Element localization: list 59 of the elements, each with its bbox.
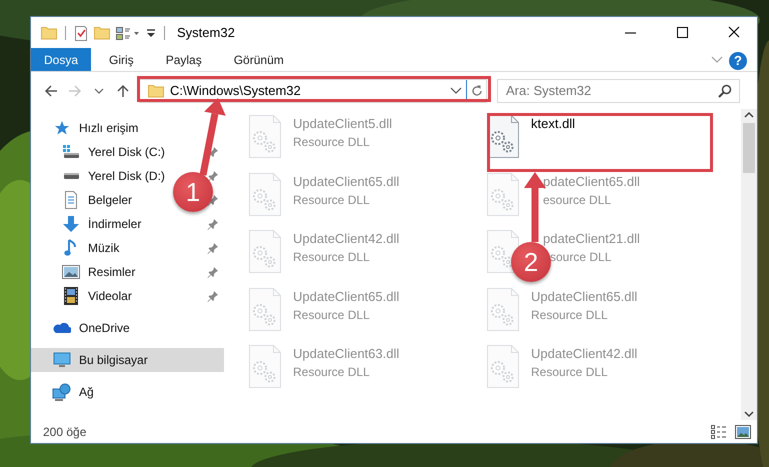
picture-icon bbox=[62, 265, 80, 279]
ribbon-tab[interactable]: Giriş bbox=[95, 48, 148, 71]
address-bar[interactable]: C:\Windows\System32 bbox=[139, 78, 487, 102]
nav-item[interactable]: Resimler bbox=[88, 265, 136, 279]
maximize-icon bbox=[675, 26, 689, 39]
scrollbar-thumb[interactable] bbox=[743, 123, 755, 173]
network-icon bbox=[52, 383, 72, 401]
folder-icon bbox=[41, 26, 57, 40]
folder-icon bbox=[148, 84, 164, 98]
properties-icon[interactable] bbox=[74, 24, 88, 40]
nav-item[interactable]: Belgeler bbox=[88, 193, 132, 207]
file-type: Resource DLL bbox=[531, 308, 608, 322]
refresh-icon bbox=[470, 84, 482, 96]
ribbon-tab[interactable]: Görünüm bbox=[220, 48, 298, 71]
star-icon bbox=[54, 120, 70, 136]
monitor-icon bbox=[53, 352, 71, 368]
file-type: esource DLL bbox=[543, 192, 612, 206]
expand-ribbon-icon[interactable] bbox=[711, 56, 723, 64]
file-type: Resource DLL bbox=[531, 365, 608, 379]
nav-item[interactable]: Ağ bbox=[79, 385, 94, 399]
close-icon bbox=[727, 26, 741, 39]
nav-item[interactable]: Hızlı erişim bbox=[79, 121, 138, 135]
nav-item[interactable]: Bu bilgisayar bbox=[31, 348, 224, 372]
details-view-icon[interactable] bbox=[711, 424, 727, 438]
dropdown-caret-icon[interactable] bbox=[450, 86, 462, 94]
nav-item[interactable]: Müzik bbox=[88, 241, 120, 255]
minimize-icon bbox=[624, 32, 636, 34]
ribbon-tab[interactable]: Dosya bbox=[31, 48, 92, 71]
customize-caret-icon[interactable] bbox=[146, 28, 156, 38]
drive-icon bbox=[62, 144, 80, 160]
up-arrow-icon bbox=[115, 82, 131, 98]
document-icon bbox=[63, 191, 79, 209]
music-note-icon bbox=[64, 239, 78, 257]
item-count: 200 öğe bbox=[43, 424, 88, 438]
file-type: Resource DLL bbox=[293, 250, 370, 264]
file-type: source DLL bbox=[550, 250, 612, 264]
cloud-icon bbox=[53, 322, 71, 334]
file-type: Resource DLL bbox=[293, 365, 370, 379]
file-name[interactable]: ktext.dll bbox=[531, 116, 576, 131]
nav-item[interactable]: Yerel Disk (D:) bbox=[88, 169, 165, 183]
download-icon bbox=[62, 215, 80, 233]
ribbon-tab[interactable]: Paylaş bbox=[152, 48, 216, 71]
help-button[interactable]: ? bbox=[729, 52, 747, 70]
drive-icon bbox=[64, 173, 78, 179]
large-icons-view-icon[interactable] bbox=[735, 424, 751, 438]
film-icon bbox=[63, 287, 79, 305]
search-field[interactable]: Ara: System32 bbox=[497, 78, 740, 102]
back-arrow-icon bbox=[43, 82, 59, 98]
nav-item[interactable]: Videolar bbox=[88, 289, 132, 303]
forward-arrow-icon bbox=[67, 82, 83, 98]
search-icon bbox=[718, 84, 732, 98]
file-type: Resource DLL bbox=[293, 192, 370, 206]
view-options-icon[interactable] bbox=[116, 26, 140, 40]
nav-item[interactable]: Yerel Disk (C:) bbox=[88, 145, 165, 159]
nav-item[interactable]: OneDrive bbox=[79, 321, 130, 335]
window-title: System32 bbox=[177, 25, 236, 40]
file-type: Resource DLL bbox=[293, 308, 370, 322]
file-type: Resource DLL bbox=[293, 135, 370, 149]
nav-item[interactable]: İndirmeler bbox=[88, 217, 142, 231]
